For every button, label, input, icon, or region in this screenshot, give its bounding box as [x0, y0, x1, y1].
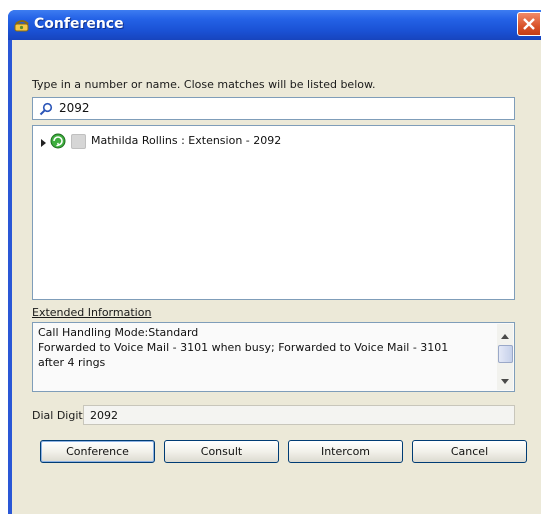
close-icon: [523, 18, 535, 30]
window-title: Conference: [34, 16, 124, 32]
conference-dialog: Conference Type in a number or name. Clo…: [8, 10, 541, 514]
dial-digits-label: Dial Digits: [32, 409, 89, 422]
results-list[interactable]: Mathilda Rollins : Extension - 2092: [32, 125, 515, 300]
extended-info-line: after 4 rings: [38, 356, 106, 369]
avatar: [71, 134, 86, 149]
scroll-down-icon[interactable]: [501, 374, 509, 387]
available-status-icon: [50, 133, 66, 152]
search-instruction-label: Type in a number or name. Close matches …: [32, 78, 376, 91]
extended-info-line: Forwarded to Voice Mail - 3101 when busy…: [38, 341, 449, 354]
expand-arrow-icon[interactable]: [41, 137, 47, 150]
conference-phone-icon: [14, 18, 30, 32]
intercom-button[interactable]: Intercom: [288, 440, 403, 463]
cancel-button[interactable]: Cancel: [412, 440, 527, 463]
extended-info-line: Call Handling Mode:Standard: [38, 326, 199, 339]
conference-button[interactable]: Conference: [40, 440, 155, 463]
search-icon: [39, 102, 53, 119]
scroll-thumb[interactable]: [498, 345, 513, 363]
extended-info-box[interactable]: Call Handling Mode:Standard Forwarded to…: [32, 322, 515, 392]
close-button[interactable]: [517, 12, 541, 36]
list-item[interactable]: Mathilda Rollins : Extension - 2092: [39, 132, 499, 150]
dialog-body: Type in a number or name. Close matches …: [12, 40, 541, 514]
search-value: 2092: [59, 101, 90, 115]
consult-button[interactable]: Consult: [164, 440, 279, 463]
vertical-scrollbar[interactable]: [497, 324, 513, 390]
scroll-up-icon[interactable]: [501, 329, 509, 342]
dial-digits-field[interactable]: 2092: [83, 405, 515, 425]
dial-digits-value: 2092: [90, 409, 118, 422]
title-bar[interactable]: Conference: [8, 10, 541, 40]
result-name: Mathilda Rollins : Extension - 2092: [91, 134, 282, 147]
extended-info-label: Extended Information: [32, 306, 152, 319]
search-input[interactable]: 2092: [32, 97, 515, 120]
